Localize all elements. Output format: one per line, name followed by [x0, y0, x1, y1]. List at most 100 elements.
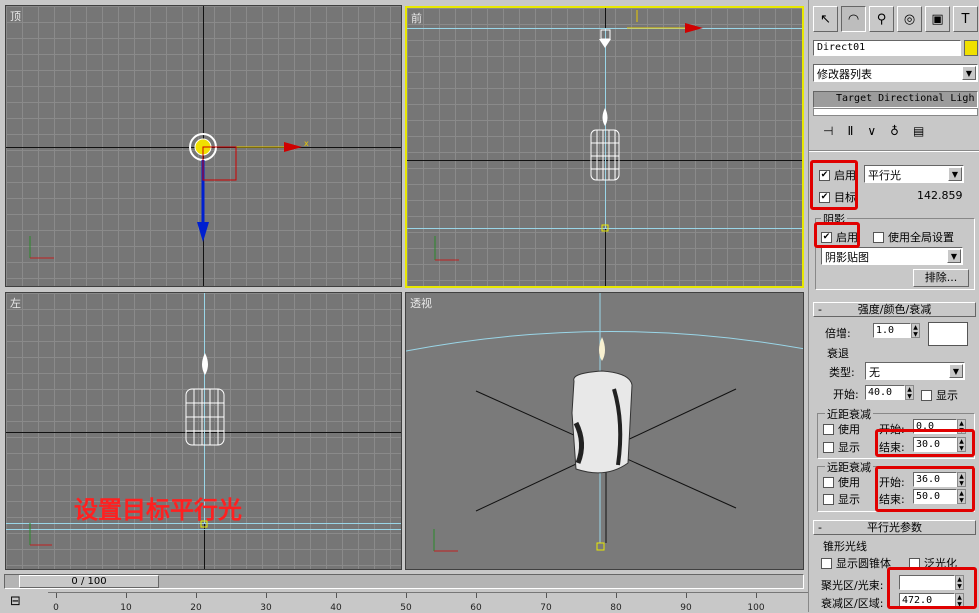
chevron-down-icon: ▼ [947, 249, 961, 263]
near-use-label: 使用 [838, 423, 860, 436]
ruler-tick [476, 593, 477, 598]
highlight-shadow-on [814, 222, 860, 248]
collapse-icon: - [818, 521, 822, 534]
pin-stack-icon[interactable]: ⊣ [823, 124, 833, 144]
rollout-title: 平行光参数 [867, 521, 922, 534]
chevron-down-icon: ▼ [949, 364, 963, 378]
near-show-checkbox[interactable]: 显示 [823, 439, 860, 455]
timeline: 0 / 100 ⊟ 0 10 20 30 40 50 60 70 80 90 100 [0, 572, 808, 613]
frame-display: 0 / 100 [71, 576, 107, 587]
modifier-list-dropdown[interactable]: 修改器列表 ▼ [813, 64, 978, 82]
remove-modifier-icon[interactable]: ♁ [890, 124, 899, 144]
viewport-left[interactable]: 左 [5, 292, 402, 570]
top-view-scene: x [29, 133, 309, 259]
falloff-label: 衰减区/区域: [821, 597, 884, 610]
configure-sets-icon[interactable]: ▤ [913, 124, 924, 144]
svg-text:x: x [304, 139, 309, 148]
checkbox-box [823, 476, 834, 488]
far-use-checkbox[interactable]: 使用 [823, 474, 860, 490]
global-settings-checkbox[interactable]: 使用全局设置 [873, 229, 954, 245]
decay-type-label: 类型: [829, 366, 855, 379]
display-tab-icon[interactable]: ▣ [925, 6, 950, 32]
directional-rollout-header[interactable]: - 平行光参数 [813, 520, 976, 535]
create-tab-icon[interactable]: ↖ [813, 6, 838, 32]
modifier-list-label: 修改器列表 [817, 68, 872, 81]
timeline-ruler[interactable]: 0 10 20 30 40 50 60 70 80 90 100 [48, 592, 808, 613]
ruler-tick [196, 593, 197, 598]
highlight-on-target [810, 160, 858, 210]
motion-tab-icon[interactable]: ◎ [897, 6, 922, 32]
highlight-cone-values [887, 567, 977, 609]
decay-start-spinner[interactable]: 40.0 ▲ ▼ [865, 385, 914, 400]
track-bar-toggle-icon[interactable]: ⊟ [10, 594, 21, 609]
shadow-type-dropdown[interactable]: 阴影贴图 ▼ [821, 247, 963, 265]
ruler-tick [266, 593, 267, 598]
ruler-tick [546, 593, 547, 598]
spinner-arrows-icon[interactable]: ▲ ▼ [905, 385, 914, 400]
object-name-field[interactable]: Direct01 [813, 40, 961, 56]
viewport-perspective[interactable]: 透视 [405, 292, 804, 570]
hierarchy-tab-icon[interactable]: ⚲ [869, 6, 894, 32]
checkbox-box [921, 389, 932, 401]
time-slider-track[interactable]: 0 / 100 [4, 574, 804, 589]
utilities-tab-icon[interactable]: T [953, 6, 978, 32]
show-end-result-icon[interactable]: Ⅱ [847, 124, 853, 144]
far-use-label: 使用 [838, 476, 860, 489]
modifier-stack-item[interactable]: Target Directional Ligh [813, 91, 978, 108]
ruler-tick [756, 593, 757, 598]
decay-show-label: 显示 [936, 389, 958, 402]
modify-tab-icon[interactable]: ◠ [841, 6, 866, 32]
decay-start-label: 开始: [833, 388, 859, 401]
modifier-stack-list[interactable] [813, 108, 978, 116]
checkbox-box [823, 423, 834, 435]
near-show-label: 显示 [838, 441, 860, 454]
ruler-tick [616, 593, 617, 598]
rollout-title: 强度/颜色/衰减 [857, 303, 932, 316]
multiplier-spinner[interactable]: 1.0 ▲ ▼ [873, 323, 920, 338]
decay-group-label: 衰退 [825, 345, 851, 361]
checkbox-box [823, 493, 834, 505]
viewport-top[interactable]: 顶 x [5, 5, 402, 287]
stack-toolbar: ⊣ Ⅱ ∨ ♁ ▤ [813, 124, 978, 144]
far-show-label: 显示 [838, 493, 860, 506]
highlight-near-end [875, 429, 975, 457]
perspective-scene [406, 293, 803, 552]
chevron-down-icon: ▼ [948, 167, 962, 181]
highlight-far-atten [875, 466, 975, 512]
ruler-tick [686, 593, 687, 598]
ruler-tick [406, 593, 407, 598]
chevron-down-icon: ▼ [962, 66, 976, 80]
ruler-tick [56, 593, 57, 598]
multiplier-value[interactable]: 1.0 [873, 323, 911, 338]
collapse-icon: - [818, 303, 822, 316]
decay-type-dropdown[interactable]: 无 ▼ [865, 362, 965, 380]
viewport-front[interactable]: 前 [405, 6, 804, 288]
target-distance: 142.859 [917, 189, 963, 202]
intensity-rollout-header[interactable]: - 强度/颜色/衰减 [813, 302, 976, 317]
hotspot-label: 聚光区/光束: [821, 579, 884, 592]
checkbox-box [873, 231, 884, 243]
cone-group-label: 锥形光线 [821, 538, 869, 554]
decay-show-checkbox[interactable]: 显示 [921, 387, 958, 403]
far-atten-label: 远距衰减 [825, 459, 873, 475]
show-cone-label: 显示圆锥体 [836, 557, 891, 570]
checkbox-box [823, 441, 834, 453]
light-color-swatch[interactable] [928, 322, 968, 346]
object-color-swatch[interactable] [964, 40, 978, 56]
spinner-arrows-icon[interactable]: ▲ ▼ [911, 323, 920, 338]
ruler-tick [336, 593, 337, 598]
exclude-button[interactable]: 排除... [913, 269, 969, 287]
light-type-dropdown[interactable]: 平行光 ▼ [864, 165, 964, 183]
near-atten-label: 近距衰减 [825, 406, 873, 422]
shadow-type-value: 阴影贴图 [825, 251, 869, 264]
front-view-scene [434, 10, 703, 261]
show-cone-checkbox[interactable]: 显示圆锥体 [821, 555, 891, 571]
decay-start-value[interactable]: 40.0 [865, 385, 905, 400]
decay-type-value: 无 [869, 366, 880, 379]
near-use-checkbox[interactable]: 使用 [823, 421, 860, 437]
time-slider-thumb[interactable]: 0 / 100 [19, 575, 159, 588]
far-show-checkbox[interactable]: 显示 [823, 491, 860, 507]
make-unique-icon[interactable]: ∨ [867, 124, 876, 144]
command-panel-tabs: ↖ ◠ ⚲ ◎ ▣ T [813, 6, 978, 32]
light-type-value: 平行光 [868, 169, 901, 182]
